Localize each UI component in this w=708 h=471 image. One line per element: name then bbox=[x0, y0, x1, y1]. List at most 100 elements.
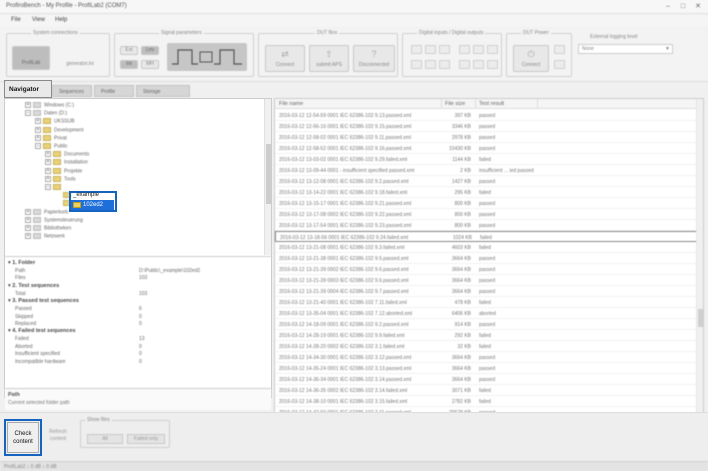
tree-expander-icon[interactable]: + bbox=[25, 216, 31, 223]
tree-expander-icon[interactable]: – bbox=[45, 184, 51, 190]
table-row[interactable]: 2016-03-12 13-21-38 0001 IEC 62386-102 9… bbox=[275, 253, 703, 264]
tree-item[interactable]: + Windows (C:) bbox=[25, 102, 74, 110]
digital-input-6[interactable] bbox=[439, 60, 450, 69]
table-row[interactable]: 2016-03-12 13-21-39 0003 IEC 62386-102 9… bbox=[275, 275, 703, 286]
tree-scrollbar[interactable] bbox=[264, 99, 271, 255]
tree-expander-icon[interactable]: + bbox=[45, 167, 51, 174]
show-failed-button[interactable]: Failed only bbox=[127, 434, 165, 444]
menu-view[interactable]: View bbox=[32, 17, 45, 23]
logging-level-select[interactable]: None ▼ bbox=[578, 44, 673, 54]
table-row[interactable]: 2016-03-12 13-21-39 0004 IEC 62386-102 9… bbox=[275, 286, 703, 297]
tree-expander-icon[interactable]: + bbox=[45, 159, 51, 166]
signal-mh-button[interactable]: MH bbox=[141, 60, 159, 69]
table-row[interactable]: 2016-03-12 13-17-08 0002 IEC 62386-102 9… bbox=[275, 209, 703, 220]
file-scroll-thumb[interactable] bbox=[698, 309, 703, 327]
table-row[interactable]: 2016-03-12 13-21-39 0002 IEC 62386-102 9… bbox=[275, 264, 703, 275]
signal-lev-button[interactable]: Lev bbox=[141, 46, 159, 55]
tree-item[interactable]: – Public bbox=[35, 143, 68, 151]
table-row[interactable]: 2016-03-12 13-35-04 0001 IEC 62386-102 7… bbox=[275, 308, 703, 319]
digital-output-3[interactable] bbox=[487, 45, 498, 54]
tree-item[interactable]: – bbox=[45, 184, 64, 192]
column-test-result[interactable]: Test result bbox=[479, 101, 504, 107]
property-category[interactable]: ▾ 4. Failed test sequences bbox=[8, 328, 76, 334]
table-row[interactable]: 2016-03-12 13-03-02 0001 IEC 62386-102 9… bbox=[275, 154, 703, 165]
tree-expander-icon[interactable]: + bbox=[25, 102, 31, 108]
tree-expander-icon[interactable]: + bbox=[35, 126, 41, 133]
tree-item[interactable]: + Development bbox=[35, 126, 83, 135]
table-row[interactable]: 2016-03-12 14-35-24 0001 IEC 62386-102 3… bbox=[275, 363, 703, 374]
profilab-button[interactable]: ProfiLab bbox=[12, 46, 50, 70]
tree-expander-icon[interactable]: + bbox=[35, 118, 41, 125]
digital-output-6[interactable] bbox=[487, 60, 498, 69]
tree-expander-icon[interactable]: – bbox=[25, 110, 31, 117]
menu-help[interactable]: Help bbox=[55, 17, 67, 23]
tab-sequences[interactable]: Sequences bbox=[52, 85, 92, 97]
tree-item[interactable]: + Documents bbox=[45, 151, 89, 159]
menu-file[interactable]: File bbox=[11, 17, 21, 23]
digital-output-2[interactable] bbox=[473, 45, 484, 54]
tree-item[interactable]: + Bibliotheken bbox=[25, 225, 71, 233]
tree-item-example[interactable]: _example bbox=[73, 192, 99, 198]
close-button[interactable]: ✕ bbox=[692, 2, 704, 11]
tree-expander-icon[interactable]: – bbox=[35, 143, 41, 149]
tree-item[interactable]: + Papierkorb bbox=[25, 208, 68, 217]
disconnected-button[interactable]: ? Disconnected bbox=[353, 45, 395, 72]
table-row[interactable]: 2016-03-12 12-58-02 0001 IEC 62386-102 9… bbox=[275, 132, 703, 143]
property-category[interactable]: ▾ 2. Test sequences bbox=[8, 283, 59, 289]
tree-item[interactable]: + Systemsteuerung bbox=[25, 216, 83, 225]
digital-input-1[interactable] bbox=[411, 45, 422, 54]
digital-input-5[interactable] bbox=[425, 60, 436, 69]
table-row[interactable]: 2016-03-12 14-28-20 0002 IEC 62386-102 3… bbox=[275, 341, 703, 352]
table-row[interactable]: 2016-03-12 13-21-40 0001 IEC 62386-102 7… bbox=[275, 297, 703, 308]
tree-expander-icon[interactable]: + bbox=[25, 208, 31, 215]
table-row[interactable]: 2016-03-12 14-28-19 0001 IEC 62386-102 9… bbox=[275, 330, 703, 341]
show-all-button[interactable]: All bbox=[87, 434, 123, 444]
refresh-content-button[interactable]: Refresh content bbox=[44, 425, 72, 449]
tree-scroll-thumb[interactable] bbox=[266, 144, 271, 204]
digital-input-2[interactable] bbox=[425, 45, 436, 54]
column-file-size[interactable]: File size bbox=[445, 101, 465, 107]
tree-item[interactable]: + Privat bbox=[35, 134, 67, 143]
table-row[interactable]: 2016-03-12 13-09-44 0001 - insufficient … bbox=[275, 165, 703, 176]
table-row[interactable]: 2016-03-12 13-17-54 0001 IEC 62386-102 9… bbox=[275, 220, 703, 231]
maximize-button[interactable]: □ bbox=[677, 2, 689, 11]
table-row[interactable]: 2016-03-12 13-12-08 0001 IEC 62386-102 9… bbox=[275, 176, 703, 187]
column-file-name[interactable]: File name bbox=[279, 101, 303, 107]
connect-button[interactable]: ⇄ Connect bbox=[265, 45, 305, 72]
tab-profile[interactable]: Profile bbox=[94, 85, 134, 97]
tree-item[interactable]: – Daten (D:) bbox=[25, 110, 67, 118]
tab-storage[interactable]: Storage bbox=[136, 85, 190, 97]
check-content-button[interactable]: Check content bbox=[7, 422, 39, 453]
generator-button[interactable]: generator.ini bbox=[57, 46, 103, 70]
digital-output-1[interactable] bbox=[459, 45, 470, 54]
tree-expander-icon[interactable]: + bbox=[35, 134, 41, 141]
table-row[interactable]: 2016-03-12 13-18-56 0001 IEC 62386-102 9… bbox=[275, 231, 703, 242]
table-row[interactable]: 2016-03-12 14-36-35 0002 IEC 62386-102 3… bbox=[275, 385, 703, 396]
tree-expander-icon[interactable]: + bbox=[45, 151, 51, 158]
table-row[interactable]: 2016-03-12 13-15-17 0001 IEC 62386-102 9… bbox=[275, 198, 703, 209]
dut-connect-button[interactable]: ⏻ Connect bbox=[513, 45, 549, 72]
digital-output-5[interactable] bbox=[473, 60, 484, 69]
tree-item[interactable]: + Netzwerk bbox=[25, 233, 65, 241]
digital-input-4[interactable] bbox=[411, 60, 422, 69]
table-row[interactable]: 2016-03-12 14-34-30 0001 IEC 62386-102 3… bbox=[275, 352, 703, 363]
signal-ext-button[interactable]: Ext bbox=[120, 46, 138, 55]
property-category[interactable]: ▾ 1. Folder bbox=[8, 260, 35, 266]
property-category[interactable]: ▾ 3. Passed test sequences bbox=[8, 298, 79, 304]
table-row[interactable]: 2016-03-12 13-14-22 0001 IEC 62386-102 9… bbox=[275, 187, 703, 198]
tree-item[interactable]: + UKSSUB bbox=[35, 118, 75, 126]
submit-aps-button[interactable]: ⇪ submit APS bbox=[309, 45, 349, 72]
tree-expander-icon[interactable]: + bbox=[45, 175, 51, 182]
minimize-button[interactable]: – bbox=[662, 2, 674, 11]
table-row[interactable]: 2016-03-12 12-54-59 0001 IEC 62386-102 9… bbox=[275, 110, 703, 121]
tree-expander-icon[interactable]: + bbox=[25, 233, 31, 240]
tree-expander-icon[interactable]: + bbox=[25, 225, 31, 231]
tree-item-selected-folder[interactable]: 102ed2 bbox=[71, 200, 114, 210]
tree-item[interactable]: + Tools bbox=[45, 175, 76, 184]
digital-input-3[interactable] bbox=[439, 45, 450, 54]
tree-item[interactable]: + Installation bbox=[45, 159, 88, 167]
table-row[interactable]: 2016-03-12 14-36-34 0001 IEC 62386-102 3… bbox=[275, 374, 703, 385]
digital-output-4[interactable] bbox=[459, 60, 470, 69]
dut-power-on[interactable] bbox=[554, 45, 565, 54]
table-row[interactable]: 2016-03-12 12-56-16 0001 IEC 62386-102 9… bbox=[275, 121, 703, 132]
